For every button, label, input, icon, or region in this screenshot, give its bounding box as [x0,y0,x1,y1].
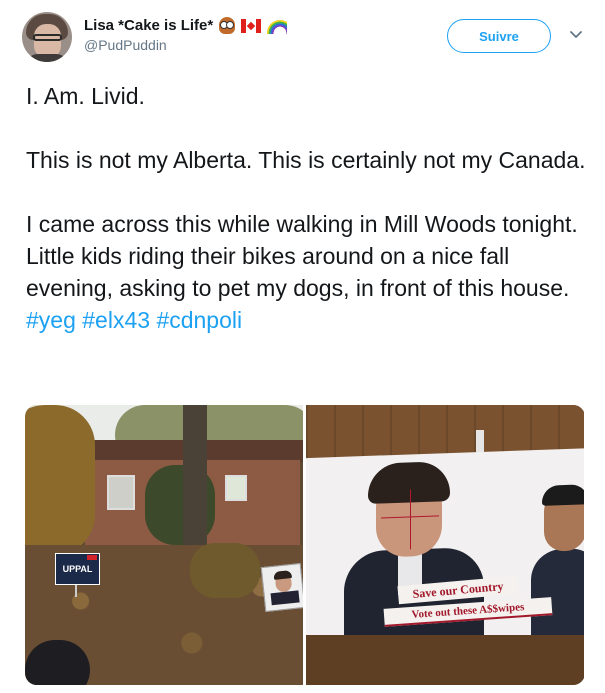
author-names[interactable]: Lisa *Cake is Life* @PudPuddin [84,17,288,53]
display-name-row: Lisa *Cake is Life* [84,17,288,34]
paragraph-text: I came across this while walking in Mill… [26,211,578,301]
tweet-header: Lisa *Cake is Life* @PudPuddin Suivre [22,12,590,62]
photo-tree [25,405,95,555]
poster-second-person-hair [542,484,584,506]
user-handle[interactable]: @PudPuddin [84,37,287,53]
hashtag-link[interactable]: #elx43 [82,307,150,333]
avatar[interactable] [22,12,72,62]
poster-suit [270,590,300,606]
yard-sign-text: UPPAL [62,564,93,574]
yard-sign-tag [87,555,97,560]
poster-person-hair [368,461,450,504]
avatar-face [34,24,61,58]
photo-bush [190,543,260,598]
chevron-down-icon[interactable] [567,26,585,44]
hashtag-link[interactable]: #yeg [26,307,76,333]
tweet-paragraph-1: I. Am. Livid. [26,80,586,112]
tweet-paragraph-2: This is not my Alberta. This is certainl… [26,144,586,176]
poster-second-person-suit [531,547,584,641]
paragraph-text: This is not my Alberta. This is certainl… [26,147,586,173]
crosshair-vertical [410,489,411,550]
photo-poster[interactable]: Save our Country Vote out these A$$wipes [306,405,584,685]
avatar-glasses [33,34,62,41]
follow-button[interactable]: Suivre [447,19,551,53]
paragraph-text: I. Am. Livid. [26,83,145,109]
tweet-body: I. Am. Livid. This is not my Alberta. Th… [26,80,586,336]
house-window [225,475,247,501]
rainbow-icon [267,18,288,34]
photo-house[interactable]: UPPAL [25,405,303,685]
owl-icon [219,17,236,34]
photo-ground [306,635,584,685]
canada-flag-icon [241,18,262,33]
small-poster [260,563,303,612]
tweet-media: UPPAL Save our Country Vote out these A$… [25,405,585,685]
avatar-shirt [24,54,70,62]
yard-sign: UPPAL [55,553,100,585]
hashtag-link[interactable]: #cdnpoli [156,307,242,333]
house-window [107,475,135,510]
yard-sign-post [75,585,77,597]
display-name[interactable]: Lisa *Cake is Life* [84,17,213,34]
tweet-paragraph-3: I came across this while walking in Mill… [26,208,586,336]
tree-trunk [183,405,207,560]
